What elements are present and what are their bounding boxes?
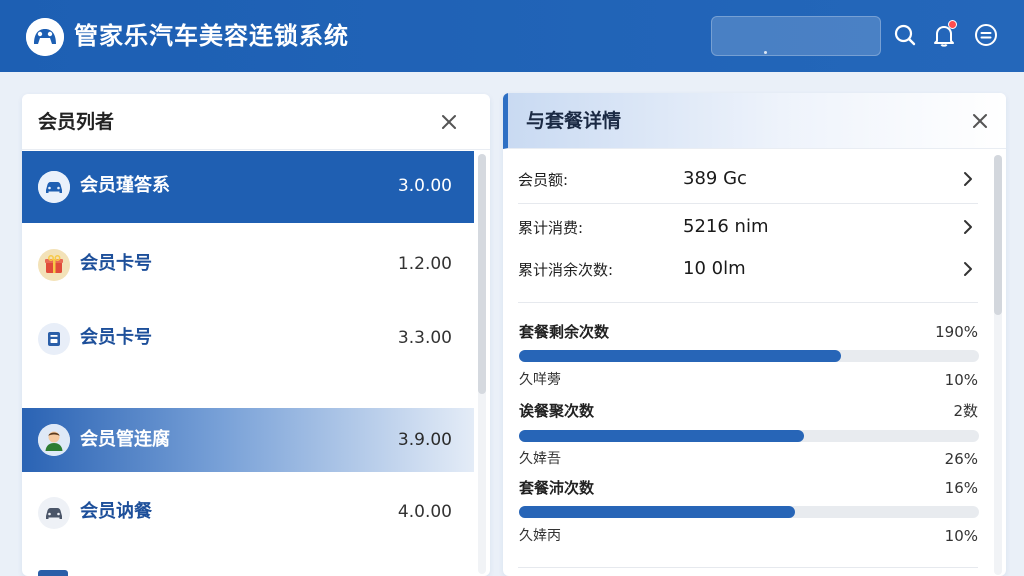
detail-value: 389 Gc [683, 168, 747, 189]
member-name: 会员卡号 [80, 253, 152, 274]
detail-value: 5216 nim [683, 216, 769, 237]
gift-icon [38, 249, 70, 281]
member-value: 3.3.00 [397, 328, 452, 348]
member-list-item[interactable]: 会员讷餐 4.0.00 [22, 477, 474, 549]
package-detail-header: 与套餐详情 [503, 93, 1006, 149]
member-value: 1.2.00 [397, 254, 452, 274]
member-list: 会员瑾答系 3.0.00 会员卡号 1.2.00 会员卡号 3.3.00 会员管… [22, 151, 474, 576]
package-detail-panel: 与套餐详情 会员额: 389 Gc 累计消费: 5216 nim 累计消余次数:… [503, 93, 1006, 576]
chevron-right-icon [958, 169, 978, 189]
member-list-item[interactable]: 会员卡号 1.2.00 [22, 229, 474, 301]
member-list-item[interactable]: 会员瑾答系 3.0.00 [22, 151, 474, 223]
stat-sub-percent: 26% [944, 450, 978, 468]
stat-sub-label: 久婞吾 [519, 451, 561, 467]
stat-label: 套餐剩余次数 [519, 323, 610, 341]
stat-label: 诶餐聚次数 [519, 402, 595, 420]
divider [518, 203, 978, 204]
divider [518, 302, 978, 303]
progress-bar [519, 506, 979, 518]
close-icon[interactable] [437, 110, 461, 134]
card-icon [38, 323, 70, 355]
member-value: 4.0.00 [397, 502, 452, 522]
stat-label: 套餐沛次数 [519, 479, 595, 497]
progress-bar-fill [519, 350, 841, 362]
stat-percent: 2数 [953, 402, 978, 420]
stat-percent: 190% [935, 323, 978, 341]
member-list-title: 会员列者 [38, 111, 115, 133]
next-item-peek [38, 570, 68, 576]
member-value: 3.0.00 [397, 176, 452, 196]
member-name: 会员管连腐 [80, 429, 170, 450]
progress-bar [519, 430, 979, 442]
search-icon[interactable] [892, 22, 918, 48]
detail-value: 10 0lm [683, 258, 746, 279]
stat-percent: 16% [944, 479, 978, 497]
member-list-panel: 会员列者 会员瑾答系 3.0.00 会员卡号 1.2.00 会员卡号 3.3.0… [22, 94, 490, 576]
package-detail-title: 与套餐详情 [526, 110, 622, 132]
detail-label: 会员额: [518, 171, 569, 189]
member-list-header: 会员列者 [22, 94, 490, 150]
scrollbar-thumb[interactable] [994, 155, 1002, 315]
chevron-right-icon [958, 217, 978, 237]
member-name: 会员讷餐 [80, 501, 152, 522]
detail-row-remaining-count[interactable]: 累计消余次数: 10 0lm [518, 251, 978, 291]
stat-sub-label: 久婞丙 [519, 528, 561, 544]
member-value: 3.9.00 [397, 430, 452, 450]
user-menu-icon[interactable] [973, 22, 999, 48]
progress-bar-fill [519, 430, 805, 442]
person-avatar-icon [38, 424, 70, 456]
divider [518, 567, 978, 568]
close-icon[interactable] [968, 109, 992, 133]
app-logo-icon [26, 18, 64, 56]
app-title: 管家乐汽车美容连锁系统 [74, 22, 349, 50]
detail-label: 累计消费: [518, 219, 584, 237]
detail-row-total-spend[interactable]: 累计消费: 5216 nim [518, 209, 978, 249]
car-icon [38, 497, 70, 529]
member-name: 会员瑾答系 [80, 175, 170, 196]
progress-bar [519, 350, 979, 362]
member-list-item[interactable]: 会员卡号 3.3.00 [22, 303, 474, 375]
progress-bar-fill [519, 506, 795, 518]
chevron-right-icon [958, 259, 978, 279]
stat-sub-label: 久咩蒡 [519, 372, 561, 388]
app-header: 管家乐汽车美容连锁系统 [0, 0, 1024, 72]
member-list-item[interactable]: 会员管连腐 3.9.00 [22, 408, 474, 472]
stat-sub-percent: 10% [944, 371, 978, 389]
scrollbar-thumb[interactable] [478, 154, 486, 394]
stat-sub-percent: 10% [944, 527, 978, 545]
car-icon [38, 171, 70, 203]
notification-badge [948, 20, 957, 29]
detail-label: 累计消余次数: [518, 261, 614, 279]
member-name: 会员卡号 [80, 327, 152, 348]
search-box-indicator [764, 51, 767, 54]
header-search-box[interactable] [711, 16, 881, 56]
detail-row-balance[interactable]: 会员额: 389 Gc [518, 161, 978, 201]
